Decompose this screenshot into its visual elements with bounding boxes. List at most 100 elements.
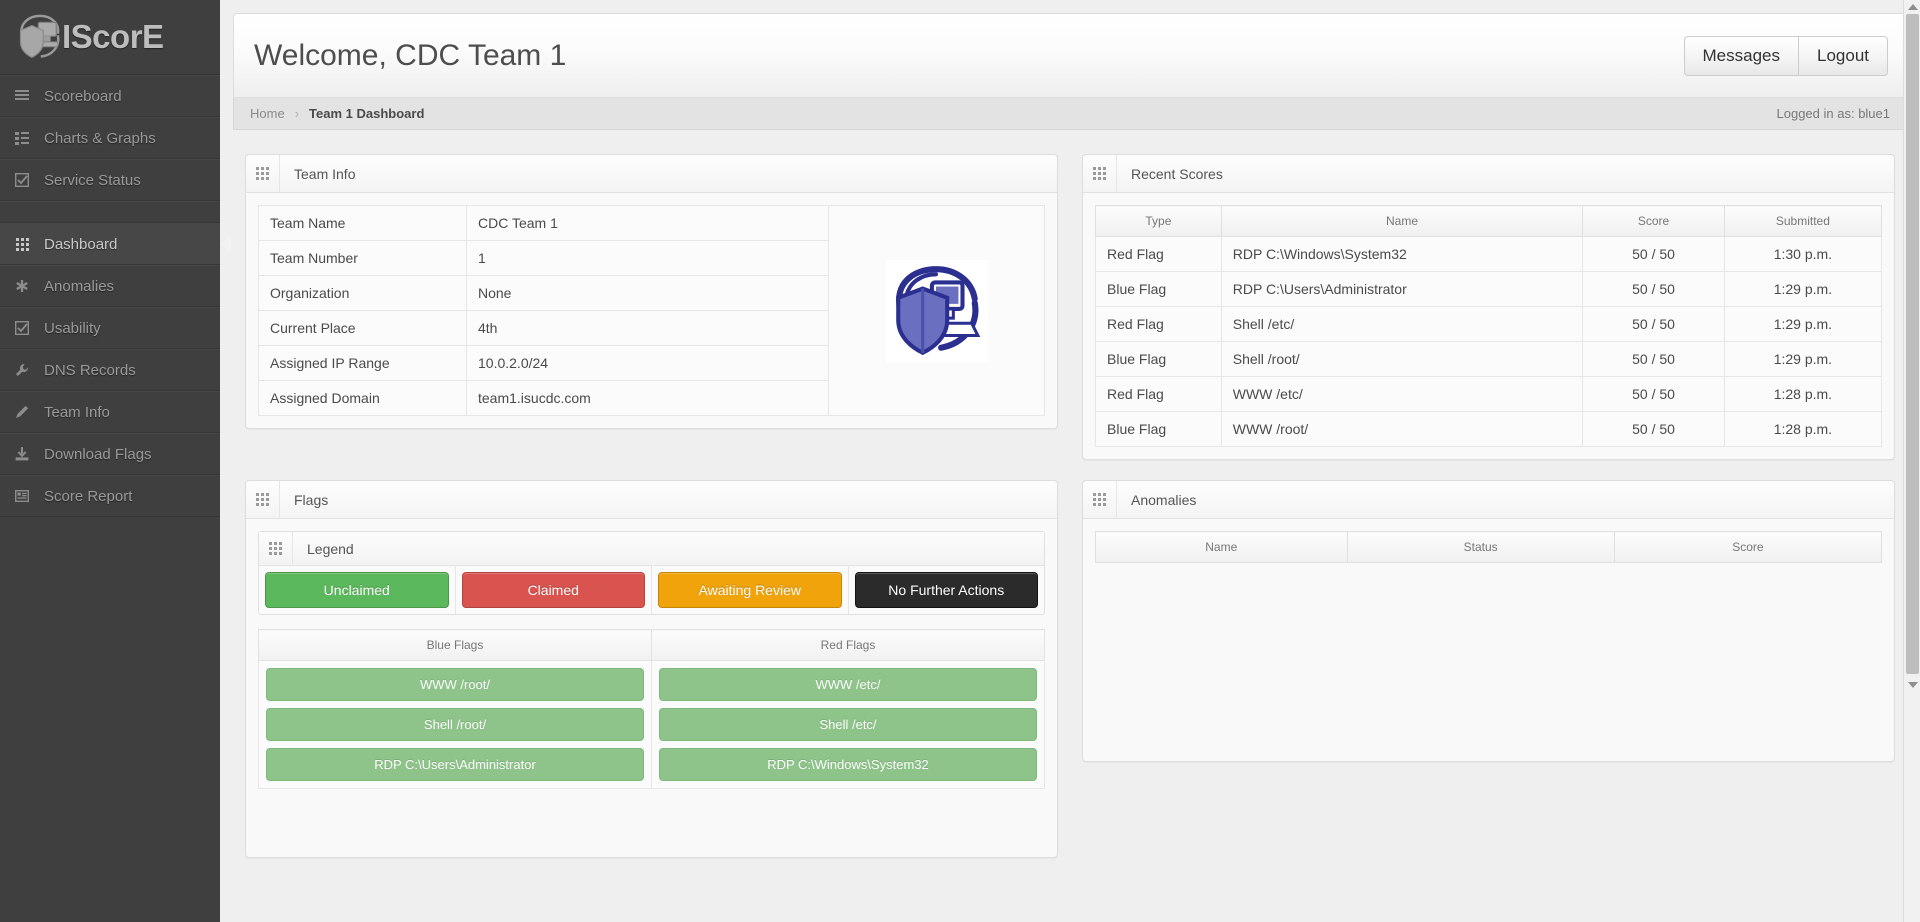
- row-label: Current Place: [258, 310, 467, 346]
- brand-name: IScorE: [62, 18, 164, 55]
- legend-title: Legend: [307, 540, 354, 557]
- grid-drag-handle-icon[interactable]: [1083, 155, 1117, 192]
- wrench-icon: [0, 363, 44, 377]
- legend-cell: No Further Actions: [849, 566, 1045, 614]
- column-left-bottom: Flags Legend Unclaimed Claimed Awaiting …: [233, 470, 1070, 868]
- empty-state: [1095, 563, 1882, 749]
- sidebar-item-dashboard[interactable]: Dashboard: [0, 223, 231, 265]
- row-label: Assigned Domain: [258, 380, 467, 416]
- cell-score: 50 / 50: [1582, 271, 1725, 307]
- brand-logo[interactable]: IScorE: [0, 0, 220, 75]
- column-right-top: Recent Scores Type Name Score Submitted: [1070, 144, 1907, 470]
- cell-type: Red Flag: [1095, 376, 1222, 412]
- panel-header: Recent Scores: [1083, 155, 1894, 193]
- table-row: Blue Flag Shell /root/ 50 / 50 1:29 p.m.: [1095, 341, 1883, 377]
- sidebar-item-team-info[interactable]: Team Info: [0, 391, 220, 433]
- sidebar-item-service-status[interactable]: Service Status: [0, 159, 220, 201]
- page-title: Welcome, CDC Team 1: [254, 38, 567, 72]
- panel-header: Anomalies: [1083, 481, 1894, 519]
- grid-drag-handle-icon[interactable]: [259, 532, 293, 565]
- legend-no-further-actions-button[interactable]: No Further Actions: [854, 572, 1038, 608]
- breadcrumb-bar: Home › Team 1 Dashboard Logged in as: bl…: [233, 97, 1907, 130]
- legend-awaiting-review-button[interactable]: Awaiting Review: [658, 572, 842, 608]
- table-header-row: Name Status Score: [1095, 531, 1883, 563]
- panel-header: Flags: [246, 481, 1057, 519]
- scroll-up-arrow-icon[interactable]: [1908, 4, 1918, 10]
- panel-body: Type Name Score Submitted Red Flag RDP C…: [1083, 193, 1894, 459]
- flag-button[interactable]: Shell /etc/: [659, 708, 1037, 741]
- sidebar-item-download-flags[interactable]: Download Flags: [0, 433, 220, 475]
- sidebar-divider: [0, 201, 220, 223]
- sidebar-item-scoreboard[interactable]: Scoreboard: [0, 75, 220, 117]
- row-label: Organization: [258, 275, 467, 311]
- column-header[interactable]: Score: [1582, 205, 1725, 237]
- pencil-icon: [0, 405, 44, 419]
- cell-submitted: 1:28 p.m.: [1723, 376, 1883, 412]
- sidebar-item-dns-records[interactable]: DNS Records: [0, 349, 220, 391]
- table-row: Assigned IP Range 10.0.2.0/24: [258, 345, 829, 381]
- row-value: 4th: [466, 310, 829, 346]
- column-header[interactable]: Score: [1613, 531, 1883, 563]
- column-header[interactable]: Name: [1095, 531, 1348, 563]
- sidebar-item-score-report[interactable]: Score Report: [0, 475, 220, 517]
- flag-button[interactable]: RDP C:\Windows\System32: [659, 748, 1037, 781]
- scroll-down-arrow-icon[interactable]: [1908, 682, 1918, 688]
- legend-unclaimed-button[interactable]: Unclaimed: [265, 572, 449, 608]
- column-header[interactable]: Submitted: [1723, 205, 1883, 237]
- sidebar-item-label: Usability: [44, 319, 101, 337]
- panel-anomalies: Anomalies Name Status Score: [1082, 480, 1895, 762]
- panel-filler: [258, 789, 1045, 845]
- column-header[interactable]: Type: [1095, 205, 1222, 237]
- cell-type: Blue Flag: [1095, 411, 1222, 447]
- topbar-actions: Messages Logout: [1683, 35, 1888, 76]
- row-label: Team Name: [258, 205, 467, 241]
- column-header[interactable]: Name: [1220, 205, 1584, 237]
- panel-title: Flags: [294, 491, 329, 508]
- cell-submitted: 1:30 p.m.: [1723, 236, 1883, 272]
- panel-title: Recent Scores: [1131, 165, 1223, 182]
- table-row: Team Number 1: [258, 240, 829, 276]
- legend-cell: Unclaimed: [259, 566, 456, 614]
- table-row: Team Name CDC Team 1: [258, 205, 829, 241]
- grid-drag-handle-icon[interactable]: [246, 155, 280, 192]
- sidebar-item-charts-graphs[interactable]: Charts & Graphs: [0, 117, 220, 159]
- breadcrumb-home[interactable]: Home: [250, 106, 285, 121]
- cell-name: RDP C:\Users\Administrator: [1220, 271, 1584, 307]
- legend-claimed-button[interactable]: Claimed: [461, 572, 645, 608]
- row-value: 1: [466, 240, 829, 276]
- page-scrollbar[interactable]: [1903, 0, 1920, 922]
- anomalies-table: Name Status Score: [1095, 531, 1883, 563]
- table-header-row: Type Name Score Submitted: [1095, 205, 1883, 237]
- panel-body: Team Name CDC Team 1 Team Number 1 Organ…: [246, 193, 1057, 428]
- row-value: CDC Team 1: [466, 205, 829, 241]
- flag-button[interactable]: WWW /root/: [266, 668, 644, 701]
- cell-submitted: 1:29 p.m.: [1723, 306, 1883, 342]
- legend-items: Unclaimed Claimed Awaiting Review No Fur…: [259, 566, 1044, 614]
- grid-drag-handle-icon[interactable]: [246, 481, 280, 518]
- grid-drag-handle-icon[interactable]: [1083, 481, 1117, 518]
- sidebar-nav: Scoreboard Charts & Graphs Service Statu…: [0, 75, 231, 517]
- logout-button[interactable]: Logout: [1798, 35, 1888, 76]
- column-header[interactable]: Status: [1346, 531, 1615, 563]
- table-header-row: Blue Flags Red Flags: [258, 629, 1045, 661]
- recent-scores-table: Type Name Score Submitted Red Flag RDP C…: [1095, 205, 1883, 447]
- chevron-right-icon: ›: [294, 106, 300, 121]
- dashboard-grid: Team Info Team Name CDC Team 1 Team Numb…: [233, 130, 1907, 922]
- sidebar-item-anomalies[interactable]: Anomalies: [0, 265, 220, 307]
- main-area: Welcome, CDC Team 1 Messages Logout Home…: [220, 0, 1920, 922]
- report-icon: [0, 489, 44, 503]
- cell-type: Blue Flag: [1095, 271, 1222, 307]
- table-row: Current Place 4th: [258, 310, 829, 346]
- flags-table: Blue Flags Red Flags WWW /root/ Shell /r…: [258, 629, 1045, 789]
- table-row: Red Flag RDP C:\Windows\System32 50 / 50…: [1095, 236, 1883, 272]
- row-label: Assigned IP Range: [258, 345, 467, 381]
- flag-button[interactable]: RDP C:\Users\Administrator: [266, 748, 644, 781]
- flag-button[interactable]: WWW /etc/: [659, 668, 1037, 701]
- sidebar-item-label: Charts & Graphs: [44, 129, 156, 147]
- messages-button[interactable]: Messages: [1683, 35, 1798, 76]
- column-right-bottom: Anomalies Name Status Score: [1070, 470, 1907, 868]
- sidebar-item-usability[interactable]: Usability: [0, 307, 220, 349]
- logged-in-as: Logged in as: blue1: [1776, 106, 1890, 121]
- flag-button[interactable]: Shell /root/: [266, 708, 644, 741]
- scrollbar-thumb[interactable]: [1906, 14, 1919, 674]
